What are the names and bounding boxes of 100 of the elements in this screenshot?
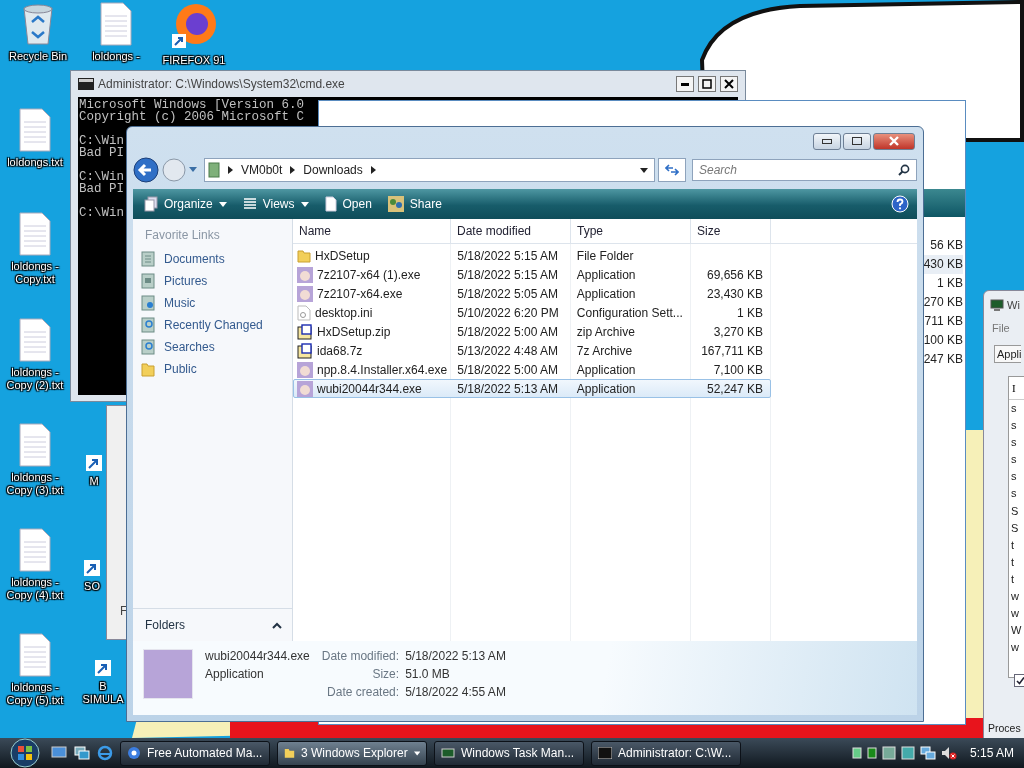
text-file-icon[interactable] xyxy=(18,212,52,256)
shortcut-icon[interactable] xyxy=(95,660,111,676)
column-header[interactable]: Size xyxy=(691,219,771,243)
tray-app-icon[interactable] xyxy=(900,746,915,760)
list-item[interactable]: S xyxy=(1009,519,1024,537)
tray-app-icon[interactable] xyxy=(866,747,877,759)
clock[interactable]: 5:15 AM xyxy=(969,746,1014,760)
table-cell-text: Configuration Sett... xyxy=(575,305,684,320)
column-header[interactable]: Name xyxy=(293,219,451,243)
list-item[interactable]: s xyxy=(1009,468,1024,486)
taskbar-button[interactable]: Administrator: C:\W... xyxy=(591,740,741,766)
favorite-link[interactable]: Music xyxy=(133,292,292,314)
file-row[interactable]: npp.8.4.Installer.x64.exe 5/18/2022 5:00 AM Application 7,100 KB xyxy=(293,360,771,379)
search-field[interactable]: Search xyxy=(692,159,917,181)
console-line: Microsoft Windows [Version 6.0 xyxy=(79,98,305,112)
tray-app-icon[interactable] xyxy=(881,746,896,760)
table-cell-text: 5/18/2022 5:00 AM xyxy=(456,362,560,377)
toolbar-button[interactable]: Open xyxy=(321,194,375,214)
text-file-icon[interactable] xyxy=(18,108,52,152)
tray-app-icon[interactable] xyxy=(851,747,862,759)
menu-item[interactable]: File xyxy=(992,322,1010,334)
file-row[interactable]: HxDSetup 5/18/2022 5:15 AM File Folder xyxy=(293,246,771,265)
list-item[interactable]: s xyxy=(1009,400,1024,418)
list-item[interactable]: t xyxy=(1009,536,1024,554)
breadcrumb-item[interactable]: Downloads xyxy=(303,163,363,177)
favorite-link[interactable]: Pictures xyxy=(133,270,292,292)
file-name[interactable]: HxDSetup.zip xyxy=(317,324,391,339)
browser-icon[interactable] xyxy=(97,745,113,761)
minimize-button[interactable] xyxy=(813,132,841,150)
taskbar-button[interactable]: 3 Windows Explorer xyxy=(277,740,427,766)
column-header[interactable]: Date modified xyxy=(451,219,571,243)
dropdown-arrow-icon[interactable] xyxy=(640,167,648,173)
maximize-button[interactable] xyxy=(698,76,716,92)
favorite-link[interactable]: Recently Changed xyxy=(133,314,292,336)
windows-icon[interactable] xyxy=(74,746,90,760)
file-row[interactable]: HxDSetup.zip 5/18/2022 5:00 AM zip Archive 3,270 KB xyxy=(293,322,771,341)
browser-icon[interactable] xyxy=(170,2,218,50)
list-item[interactable]: w xyxy=(1009,605,1024,623)
file-row[interactable]: wubi20044r344.exe 5/18/2022 5:13 AM Application 52,247 KB xyxy=(293,379,771,398)
section-heading: Favorite Links xyxy=(144,228,221,242)
address-bar[interactable]: VM0b0t Downloads xyxy=(204,158,655,182)
toolbar-button[interactable]: Share xyxy=(384,194,445,214)
tab[interactable]: Appli xyxy=(994,345,1022,363)
toolbar-button[interactable]: Views xyxy=(239,195,312,213)
taskbar-button[interactable]: Free Automated Ma... xyxy=(120,740,270,766)
file-name[interactable]: ida68.7z xyxy=(317,343,363,358)
maximize-button[interactable] xyxy=(843,132,871,150)
list-item[interactable]: s xyxy=(1009,451,1024,469)
shortcut-icon[interactable] xyxy=(84,560,100,576)
file-row[interactable]: 7z2107-x64.exe 5/18/2022 5:05 AM Application 23,430 KB xyxy=(293,284,771,303)
recycle-bin-icon[interactable] xyxy=(20,2,56,46)
file-name[interactable]: wubi20044r344.exe xyxy=(317,381,422,396)
list-item[interactable]: W xyxy=(1009,622,1024,640)
taskbar-button[interactable]: Windows Task Man... xyxy=(434,740,584,766)
file-name[interactable]: HxDSetup xyxy=(315,248,370,263)
file-row[interactable]: desktop.ini 5/10/2022 6:20 PM Configuration Sett... 1 KB xyxy=(293,303,771,322)
desktop-icon[interactable] xyxy=(51,746,67,760)
breadcrumb-item[interactable]: VM0b0t xyxy=(241,163,283,177)
file-row[interactable]: ida68.7z 5/13/2022 4:48 AM 7z Archive 167,711 KB xyxy=(293,341,771,360)
list-item[interactable]: t xyxy=(1009,570,1024,589)
text-file-icon[interactable] xyxy=(18,318,52,362)
list-item[interactable]: w xyxy=(1009,639,1024,657)
column-header[interactable]: I xyxy=(1009,377,1024,400)
list-item[interactable]: s xyxy=(1009,485,1024,503)
list-item[interactable]: S xyxy=(1009,502,1024,520)
file-name[interactable]: 7z2107-x64.exe xyxy=(317,286,403,301)
refresh-button[interactable] xyxy=(658,158,686,182)
file-name[interactable]: npp.8.4.Installer.x64.exe xyxy=(317,362,448,377)
text-file-icon[interactable] xyxy=(18,528,52,572)
window-title: Administrator: C:\Windows\System32\cmd.exe xyxy=(98,77,346,91)
network-icon[interactable] xyxy=(919,746,936,760)
chevron-icon[interactable] xyxy=(370,166,376,174)
list-item[interactable]: s xyxy=(1009,434,1024,452)
minimize-button[interactable] xyxy=(676,76,694,92)
favorite-link[interactable]: Documents xyxy=(133,248,292,270)
favorite-link[interactable]: Public xyxy=(133,358,292,380)
app-icon xyxy=(297,361,313,378)
favorite-link[interactable]: Searches xyxy=(133,336,292,358)
text-file-icon[interactable] xyxy=(18,633,52,677)
console-line: Copyright (c) 2006 Microsoft C xyxy=(79,110,305,124)
list-item[interactable]: t xyxy=(1009,553,1024,571)
archive-icon xyxy=(297,342,313,359)
shortcut-icon[interactable] xyxy=(86,455,102,471)
text-file-icon[interactable] xyxy=(18,423,52,467)
close-button[interactable] xyxy=(720,76,738,92)
monitor-icon xyxy=(441,748,455,758)
toolbar-button[interactable]: Organize xyxy=(141,194,230,214)
volume-muted-icon[interactable] xyxy=(940,746,957,760)
chevron-icon[interactable] xyxy=(290,166,296,174)
list-item[interactable]: s xyxy=(1009,417,1024,435)
file-name[interactable]: desktop.ini xyxy=(315,305,373,320)
file-row[interactable]: 7z2107-x64 (1).exe 5/18/2022 5:15 AM Application 69,656 KB xyxy=(293,265,771,284)
back-button[interactable] xyxy=(133,157,159,183)
list-item[interactable]: w xyxy=(1009,588,1024,606)
file-name[interactable]: 7z2107-x64 (1).exe xyxy=(317,267,421,282)
chevron-icon[interactable] xyxy=(228,166,233,174)
checkbox[interactable] xyxy=(1014,674,1024,687)
help-icon[interactable] xyxy=(891,195,909,213)
text-file-icon[interactable] xyxy=(99,2,133,46)
column-header[interactable]: Type xyxy=(571,219,691,243)
